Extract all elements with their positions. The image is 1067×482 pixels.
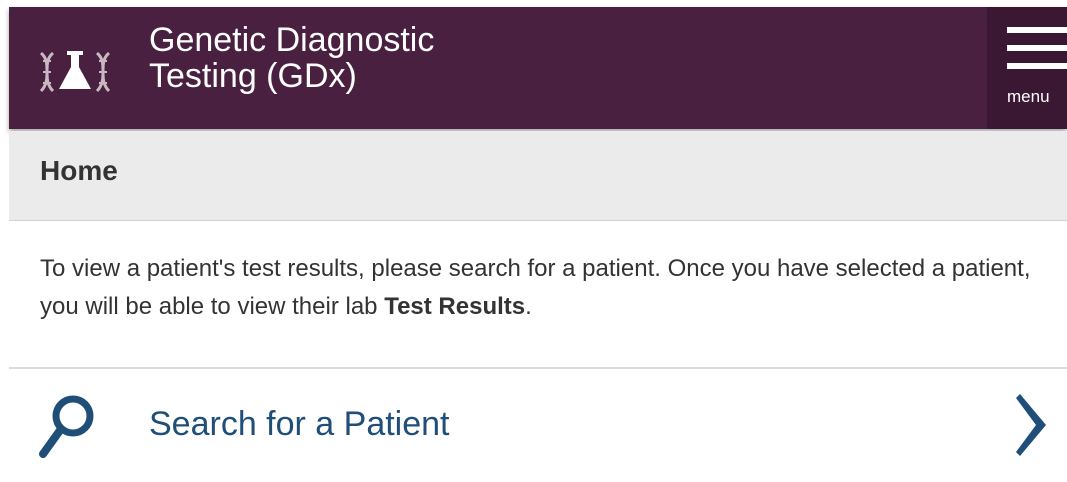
- intro-text-main: To view a patient's test results, please…: [40, 255, 1031, 320]
- menu-button[interactable]: menu: [987, 7, 1067, 129]
- dna-flask-logo-icon: [39, 51, 111, 93]
- search-patient-link[interactable]: Search for a Patient: [9, 370, 1067, 482]
- app-title-line1: Genetic Diagnostic: [149, 21, 435, 59]
- menu-label: menu: [1007, 87, 1050, 106]
- search-icon: [39, 395, 94, 458]
- divider: [9, 367, 1067, 369]
- intro-test-results: Test Results: [384, 293, 526, 320]
- chevron-right-icon: [1016, 394, 1046, 456]
- search-patient-label: Search for a Patient: [149, 405, 450, 443]
- breadcrumb-home: Home: [40, 155, 118, 186]
- intro-text-end: .: [525, 293, 532, 320]
- app-title: Genetic Diagnostic Testing (GDx): [149, 22, 849, 94]
- page: Genetic Diagnostic Testing (GDx) menu Ho…: [0, 0, 1067, 482]
- app-header: Genetic Diagnostic Testing (GDx) menu: [9, 7, 1067, 129]
- intro-text: To view a patient's test results, please…: [40, 250, 1060, 326]
- app-title-line2: Testing (GDx): [149, 57, 357, 95]
- breadcrumb: Home: [9, 131, 1067, 221]
